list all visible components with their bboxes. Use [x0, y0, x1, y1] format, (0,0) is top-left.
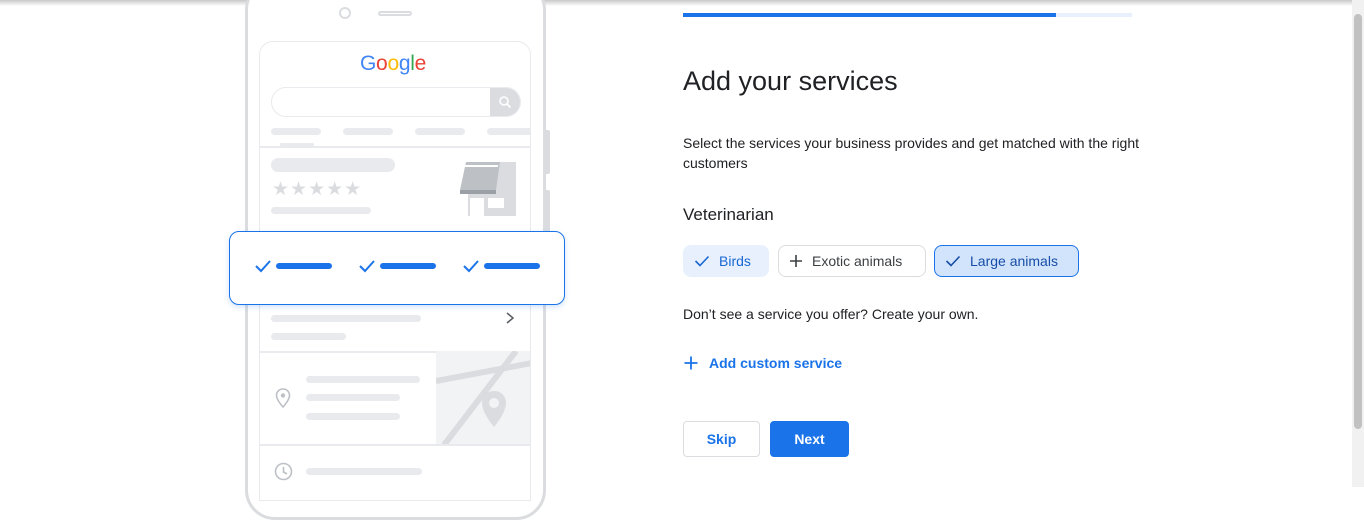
- service-chip-exotic-animals[interactable]: Exotic animals: [778, 245, 926, 277]
- illustration-tab: [415, 128, 465, 135]
- logo-letter: o: [387, 52, 399, 75]
- phone-side-button: [546, 190, 550, 234]
- progress-bar: [683, 13, 1132, 17]
- check-icon: [463, 260, 479, 273]
- add-custom-service-button[interactable]: Add custom service: [683, 355, 842, 371]
- scrollbar-thumb[interactable]: [1354, 14, 1362, 429]
- next-button[interactable]: Next: [770, 421, 849, 457]
- illustration-text-line: [306, 394, 400, 401]
- chip-label: Exotic animals: [812, 253, 903, 269]
- illustration-divider: [260, 444, 530, 446]
- illustration-tab: [343, 128, 393, 135]
- storefront-icon: [460, 162, 516, 216]
- callout-item: [462, 259, 540, 273]
- top-shadow: [0, 0, 1352, 6]
- page-title: Add your services: [683, 66, 898, 96]
- search-icon: [490, 88, 520, 116]
- logo-letter: g: [398, 52, 411, 75]
- add-custom-service-label: Add custom service: [709, 355, 843, 371]
- illustration-search-bar: [271, 87, 521, 117]
- location-pin-icon: [275, 388, 291, 408]
- plus-icon: [684, 356, 698, 370]
- services-callout: [229, 231, 565, 305]
- illustration-stars: ★★★★★: [272, 179, 363, 200]
- custom-service-note: Don’t see a service you offer? Create yo…: [683, 306, 979, 322]
- check-icon: [359, 260, 375, 273]
- chevron-right-icon: [506, 312, 515, 324]
- phone-camera: [339, 7, 351, 19]
- logo-letter: e: [414, 52, 427, 75]
- illustration-business-name: [271, 158, 395, 172]
- chip-label: Birds: [719, 253, 751, 269]
- logo-letter: G: [360, 52, 377, 75]
- illustration-tab: [487, 128, 530, 135]
- illustration-text-line: [271, 315, 421, 322]
- illustration-tab: [271, 128, 321, 135]
- illustration-divider: [260, 146, 530, 148]
- progress-fill: [683, 13, 1056, 17]
- callout-item: [358, 259, 436, 273]
- phone-side-button: [546, 130, 550, 174]
- check-icon: [945, 255, 961, 267]
- illustration-text-line: [306, 413, 400, 420]
- illustration-text-line: [306, 468, 422, 475]
- google-logo: Google: [360, 52, 426, 76]
- check-icon: [255, 260, 271, 273]
- phone-speaker: [378, 11, 412, 16]
- skip-button[interactable]: Skip: [683, 421, 760, 457]
- chip-label: Large animals: [970, 253, 1058, 269]
- page-description: Select the services your business provid…: [683, 135, 1140, 171]
- logo-letter: o: [376, 52, 388, 75]
- service-chip-birds[interactable]: Birds: [683, 245, 769, 277]
- illustration-map: [436, 351, 530, 445]
- callout-item: [254, 259, 332, 273]
- service-chip-large-animals[interactable]: Large animals: [934, 245, 1079, 277]
- category-heading: Veterinarian: [683, 205, 774, 224]
- illustration-text-line: [271, 207, 371, 214]
- check-icon: [694, 255, 710, 267]
- illustration-text-line: [306, 376, 420, 383]
- clock-icon: [274, 462, 293, 481]
- plus-icon: [790, 255, 802, 267]
- illustration-text-line: [271, 333, 346, 340]
